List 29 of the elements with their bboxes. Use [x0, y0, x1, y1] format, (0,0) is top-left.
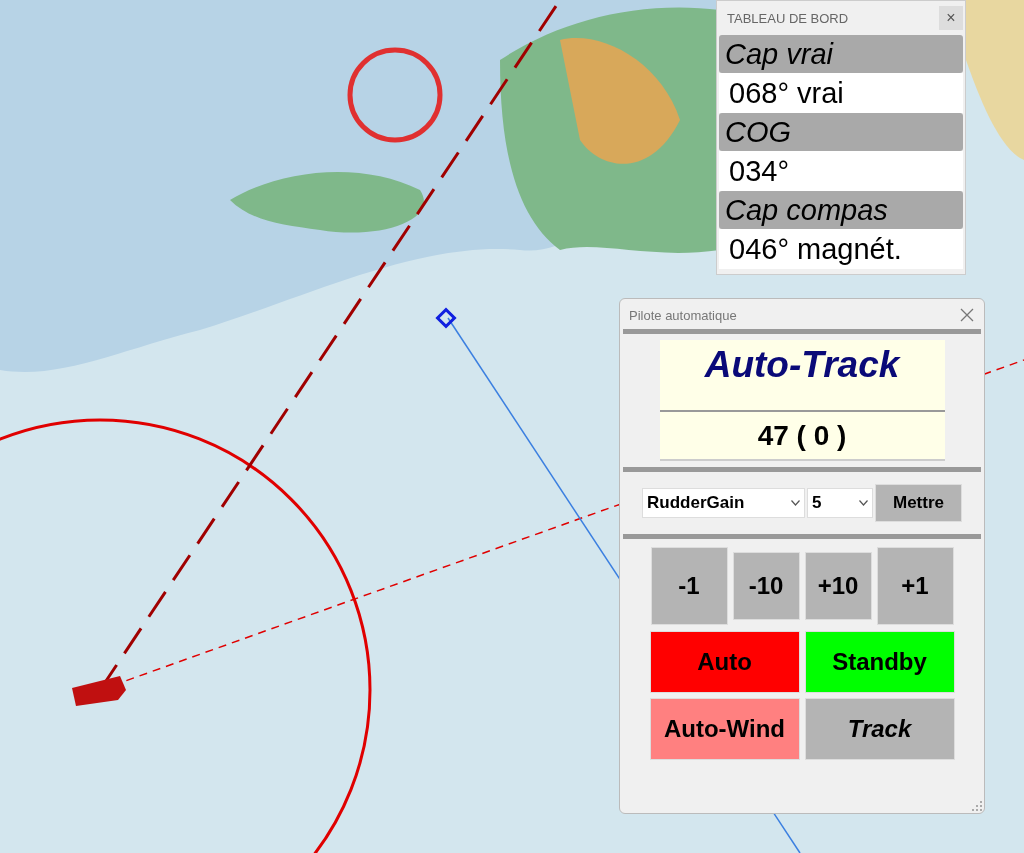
- instrument-label: Cap compas: [719, 191, 963, 229]
- step-button[interactable]: -1: [650, 547, 728, 625]
- instrument-value: 034°: [719, 151, 963, 191]
- mode-button[interactable]: Auto-Wind: [649, 698, 800, 760]
- close-button[interactable]: ×: [939, 6, 963, 30]
- heading-readout: 47 ( 0 ): [659, 410, 945, 461]
- value-dropdown[interactable]: 5: [807, 488, 873, 518]
- resize-grip-icon[interactable]: [972, 801, 982, 811]
- mode-button[interactable]: Standby: [804, 631, 955, 693]
- close-button[interactable]: [960, 307, 974, 323]
- apply-button[interactable]: Mettre: [875, 484, 962, 522]
- instrument-label: COG: [719, 113, 963, 151]
- mode-button[interactable]: Auto: [649, 631, 800, 693]
- caret-icon: [859, 500, 868, 506]
- instrument-value: 046° magnét.: [719, 229, 963, 269]
- waypoint-icon: [435, 307, 457, 329]
- parameter-dropdown[interactable]: RudderGain: [642, 488, 805, 518]
- step-button[interactable]: +1: [876, 547, 954, 625]
- window-title: Pilote automatique: [629, 307, 737, 323]
- instrument-value: 068° vrai: [719, 73, 963, 113]
- mode-button[interactable]: Track: [804, 698, 955, 760]
- boat-icon: [72, 676, 126, 706]
- instrument-label: Cap vrai: [719, 35, 963, 73]
- close-icon: [960, 308, 974, 322]
- mode-display: Auto-Track: [659, 340, 945, 410]
- window-title: TABLEAU DE BORD: [727, 10, 849, 26]
- caret-icon: [791, 500, 800, 506]
- step-button[interactable]: +10: [804, 552, 872, 620]
- step-button[interactable]: -10: [732, 552, 800, 620]
